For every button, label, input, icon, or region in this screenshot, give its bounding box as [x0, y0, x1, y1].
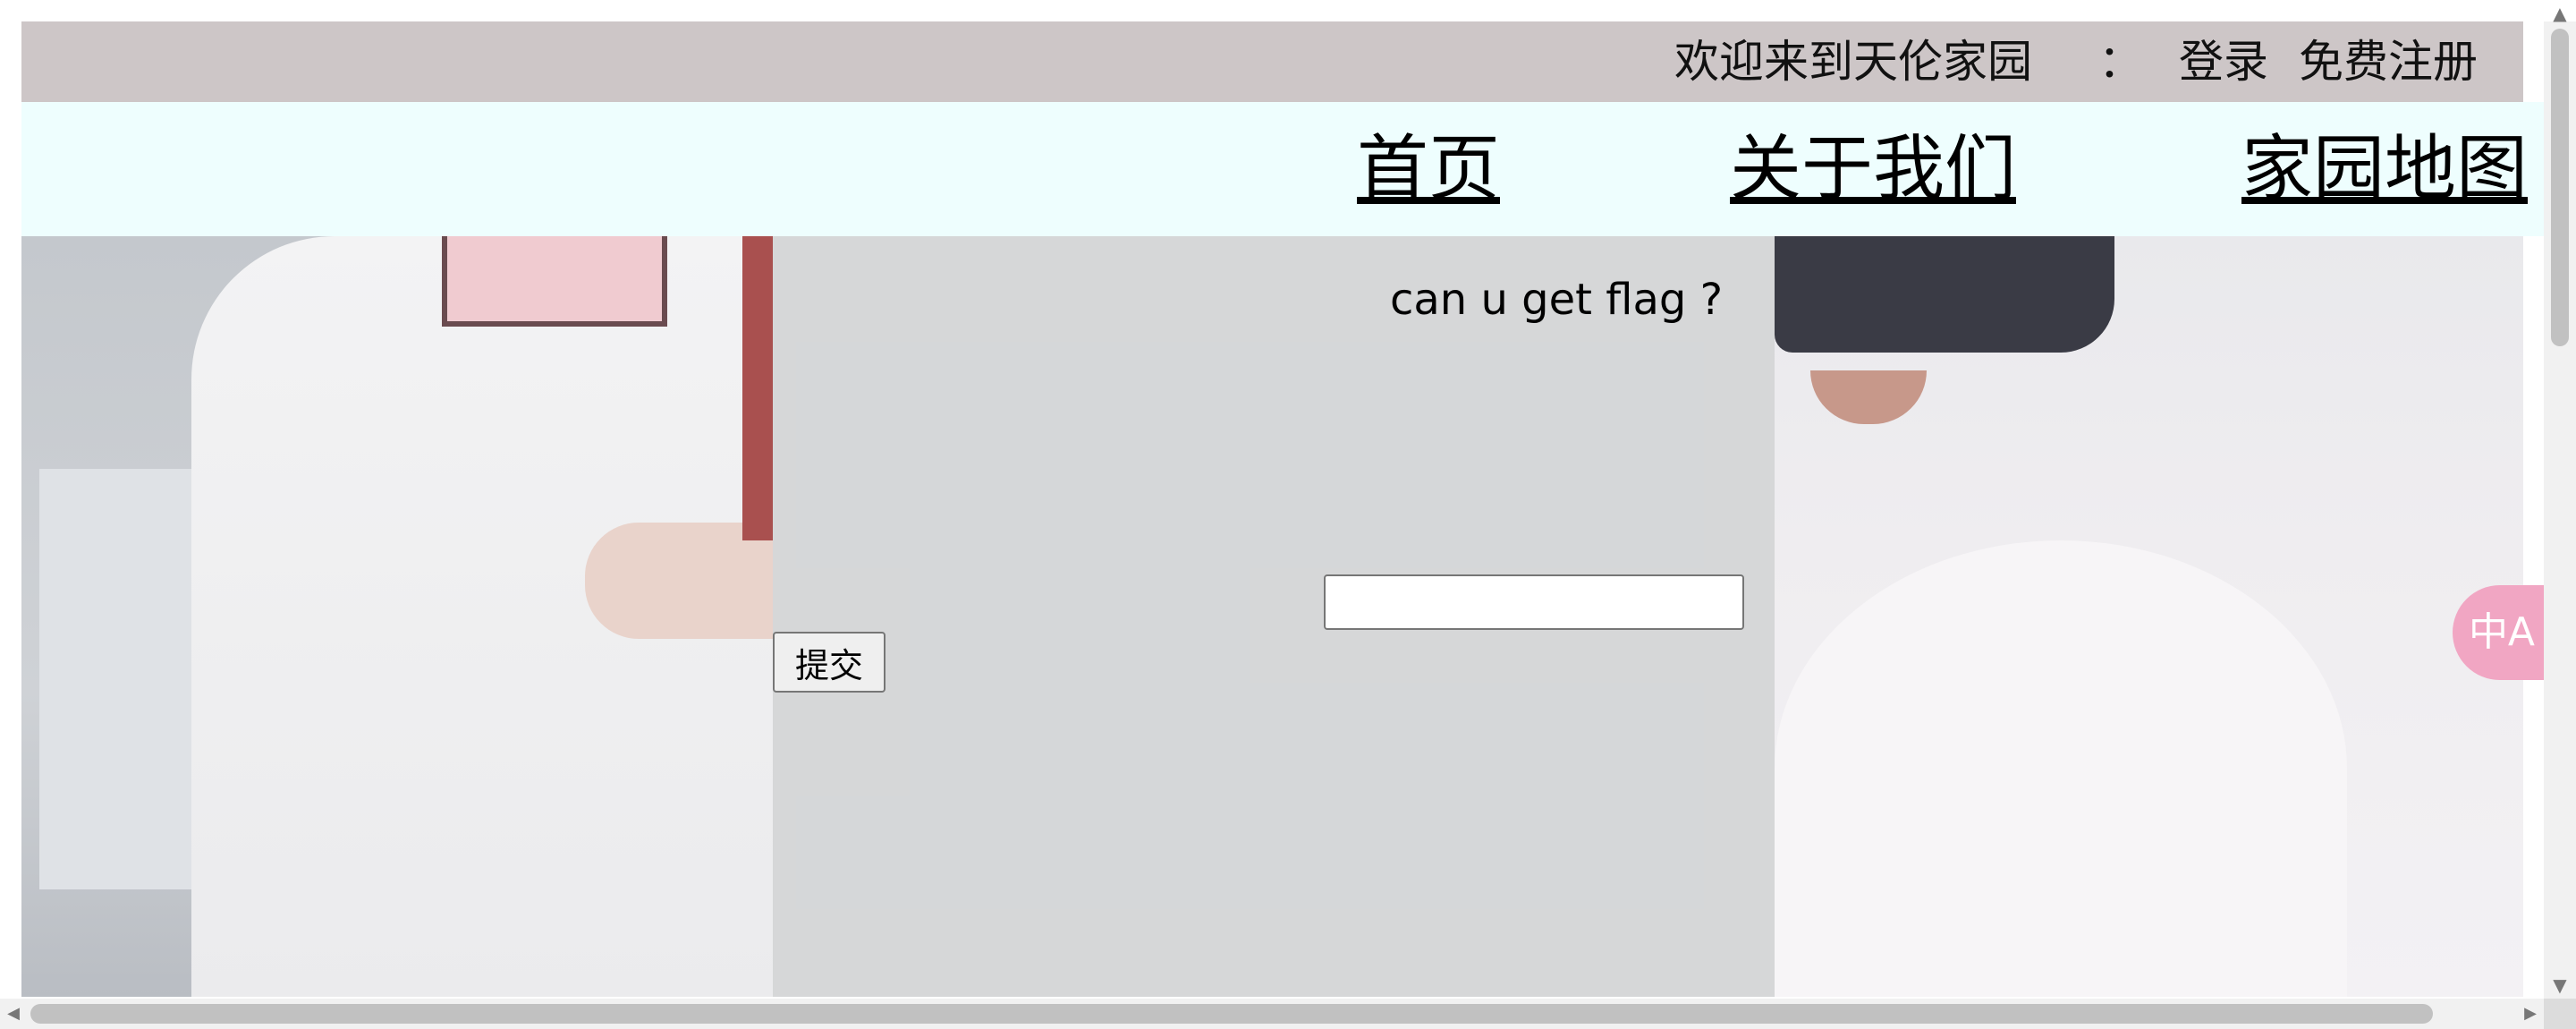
main-nav: 首页 关于我们 家园地图: [21, 102, 2544, 236]
arrow-left-icon[interactable]: ◀: [0, 999, 27, 1029]
flag-question-label: can u get flag ?: [1390, 275, 1724, 325]
nav-home[interactable]: 首页: [1357, 102, 1500, 236]
vertical-scrollbar[interactable]: ▲ ▼: [2544, 3, 2576, 999]
vertical-scroll-thumb[interactable]: [2551, 29, 2569, 346]
page: 欢迎来到天伦家园 ： 登录 免费注册 首页 关于我们 家园地图 can u ge…: [0, 0, 2576, 1029]
wall-shape: [39, 469, 191, 889]
translate-icon[interactable]: 中A: [2453, 585, 2551, 680]
horizontal-scrollbar[interactable]: ◀ ▶: [0, 999, 2544, 1029]
colon-separator: ：: [2098, 36, 2143, 88]
arrow-down-icon[interactable]: ▼: [2544, 972, 2576, 999]
scrollbar-corner: [2544, 999, 2576, 1029]
nav-about[interactable]: 关于我们: [1730, 102, 2016, 236]
horizontal-scroll-thumb[interactable]: [30, 1004, 2433, 1024]
flag-input[interactable]: [1324, 574, 1744, 630]
vr-headset-shape: [1775, 236, 2114, 353]
hero-image-right: [1775, 236, 2523, 997]
arrow-right-icon[interactable]: ▶: [2517, 999, 2544, 1029]
coat-badge-shape: [442, 236, 667, 327]
arrow-up-icon[interactable]: ▲: [2544, 0, 2576, 27]
nav-map[interactable]: 家园地图: [2241, 102, 2528, 236]
hero-banner: [21, 236, 2523, 997]
stethoscope-shape: [742, 236, 773, 540]
top-bar: 欢迎来到天伦家园 ： 登录 免费注册: [21, 21, 2523, 102]
submit-button[interactable]: 提交: [773, 632, 886, 693]
login-link[interactable]: 登录: [2179, 21, 2268, 102]
register-link[interactable]: 免费注册: [2299, 21, 2478, 102]
welcome-text: 欢迎来到天伦家园: [1674, 36, 2032, 88]
smile-shape: [1810, 370, 1927, 424]
hero-image-left: [21, 236, 773, 997]
shoulder-shape: [1775, 540, 2347, 997]
